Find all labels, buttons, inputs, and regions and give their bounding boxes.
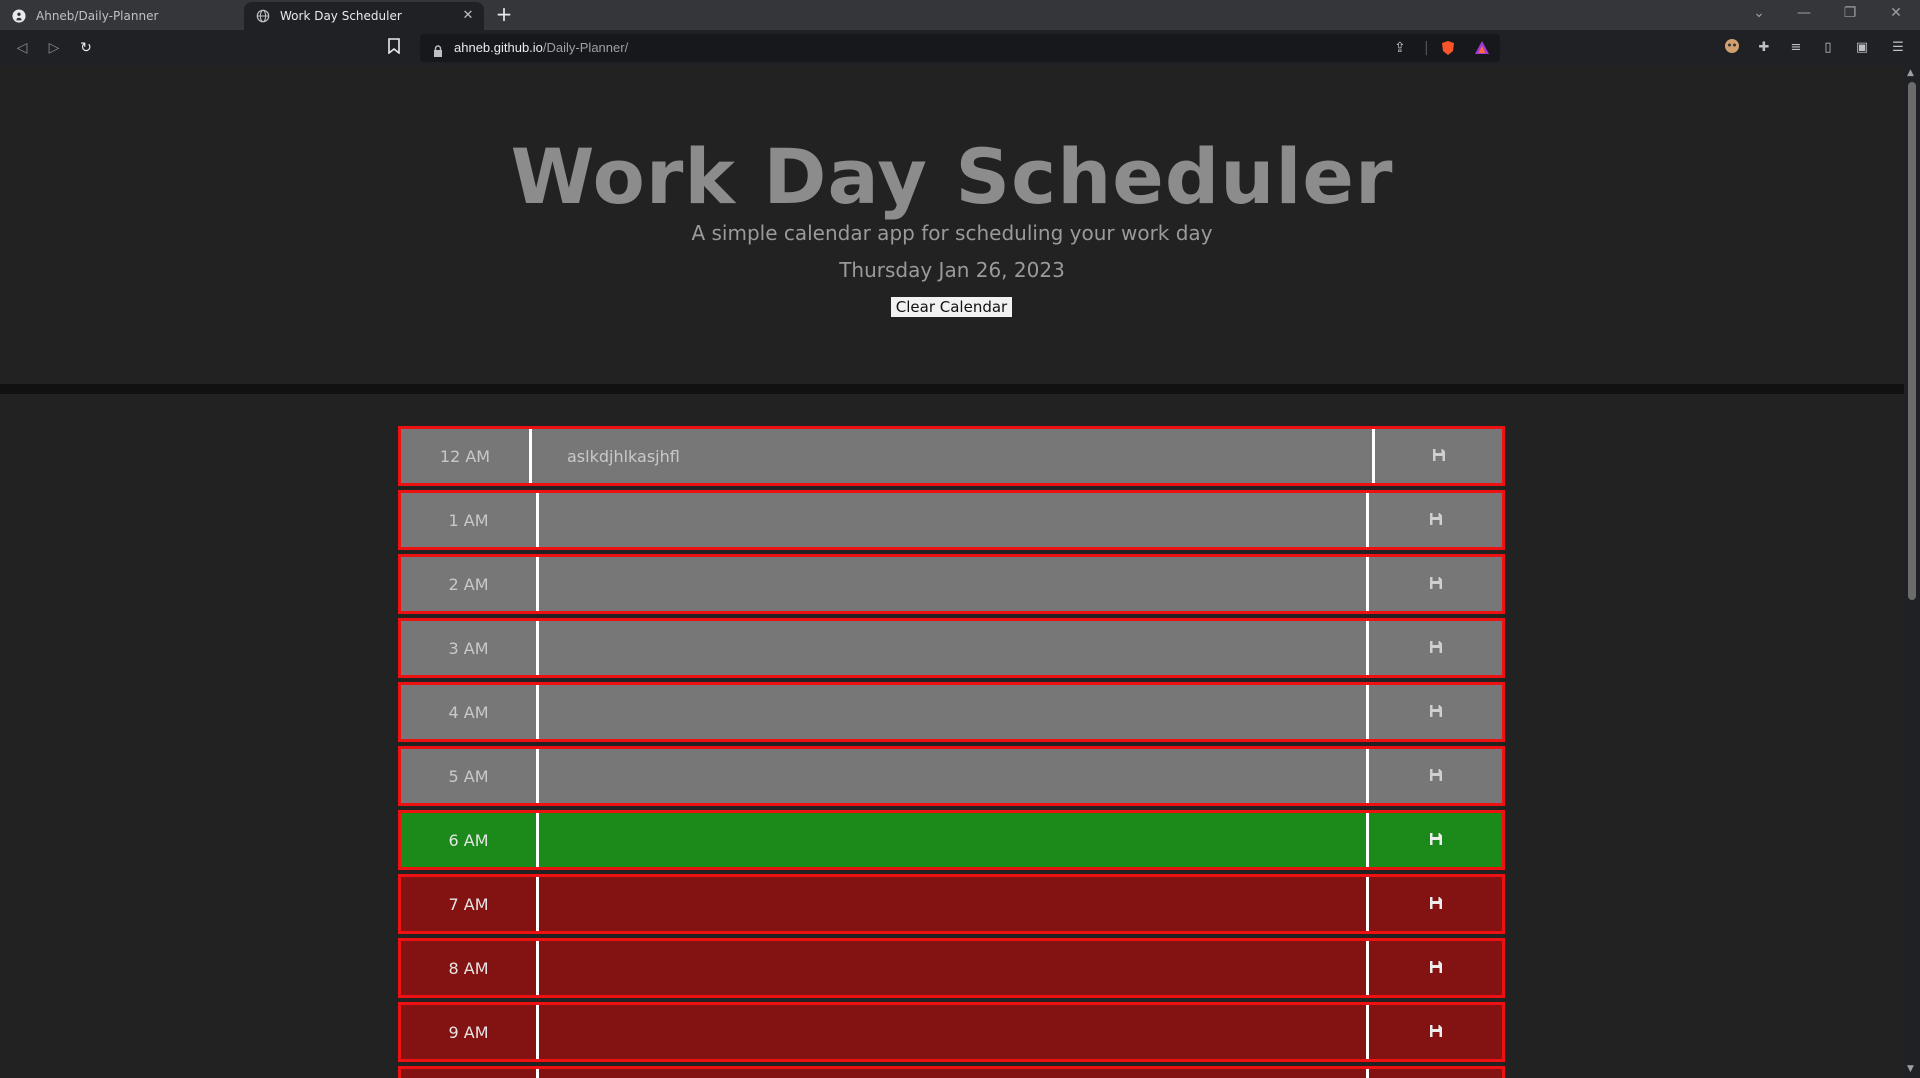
timeblock-row: 9 AM <box>398 1002 1505 1062</box>
header: Work Day Scheduler A simple calendar app… <box>0 66 1904 384</box>
brave-shields-icon[interactable] <box>1440 40 1456 60</box>
tab-strip: Ahneb/Daily-Planner Work Day Scheduler ✕… <box>0 0 1920 30</box>
scroll-up-icon[interactable]: ▲ <box>1907 68 1914 78</box>
address-bar[interactable]: ahneb.github.io/Daily-Planner/ ⇪ | <box>420 34 1500 62</box>
save-button[interactable] <box>1369 493 1502 547</box>
tab-github[interactable]: Ahneb/Daily-Planner <box>0 2 244 30</box>
forward-icon[interactable]: ▷ <box>44 38 64 58</box>
timeblock-row: 7 AM <box>398 874 1505 934</box>
minimize-icon[interactable]: — <box>1794 5 1814 21</box>
event-description-input[interactable]: aslkdjhlkasjhfl <box>532 429 1375 483</box>
github-icon <box>12 9 26 23</box>
save-button[interactable] <box>1369 877 1502 931</box>
hour-label: 4 AM <box>401 685 539 739</box>
bookmark-icon[interactable] <box>388 38 400 58</box>
current-day: Thursday Jan 26, 2023 <box>839 258 1065 282</box>
event-description-input[interactable] <box>539 1069 1369 1078</box>
lock-icon <box>433 42 443 61</box>
globe-icon <box>256 9 270 23</box>
hour-label: 12 AM <box>401 429 532 483</box>
url-host: ahneb.github.io <box>454 40 543 55</box>
scroll-down-icon[interactable]: ▼ <box>1907 1064 1914 1074</box>
save-icon <box>1429 1023 1443 1042</box>
save-icon <box>1429 831 1443 850</box>
tab-search-icon[interactable]: ⌄ <box>1749 5 1769 21</box>
timeblock-row <box>398 1066 1505 1078</box>
timeblock-row: 3 AM <box>398 618 1505 678</box>
hour-label: 1 AM <box>401 493 539 547</box>
save-icon <box>1429 511 1443 530</box>
hour-label: 9 AM <box>401 1005 539 1059</box>
hour-label: 5 AM <box>401 749 539 803</box>
header-divider <box>0 384 1904 394</box>
save-button[interactable] <box>1375 429 1502 483</box>
page-subtitle: A simple calendar app for scheduling you… <box>691 221 1213 245</box>
save-button[interactable] <box>1369 557 1502 611</box>
event-description-input[interactable] <box>539 813 1369 867</box>
hour-label: 6 AM <box>401 813 539 867</box>
event-description-input[interactable] <box>539 877 1369 931</box>
save-button[interactable] <box>1369 1069 1502 1078</box>
tab-title: Work Day Scheduler <box>280 9 402 23</box>
hour-label <box>401 1069 539 1078</box>
event-description-input[interactable] <box>539 493 1369 547</box>
sidebar-icon[interactable]: ▯ <box>1818 38 1838 58</box>
wallet-icon[interactable]: ▣ <box>1852 38 1872 58</box>
timeblock-row: 2 AM <box>398 554 1505 614</box>
save-icon <box>1429 959 1443 978</box>
share-icon[interactable]: ⇪ <box>1394 40 1406 56</box>
timeblock-row: 6 AM <box>398 810 1505 870</box>
event-description-input[interactable] <box>539 941 1369 995</box>
tab-work-day-scheduler[interactable]: Work Day Scheduler ✕ <box>244 2 484 30</box>
timeblock-row: 8 AM <box>398 938 1505 998</box>
timeblock-row: 1 AM <box>398 490 1505 550</box>
event-description-input[interactable] <box>539 1005 1369 1059</box>
reload-icon[interactable]: ↻ <box>76 38 96 58</box>
save-button[interactable] <box>1369 749 1502 803</box>
playlist-icon[interactable]: ≡ <box>1786 38 1806 58</box>
save-icon <box>1429 639 1443 658</box>
hour-label: 7 AM <box>401 877 539 931</box>
page-content: Work Day Scheduler A simple calendar app… <box>0 66 1904 1078</box>
save-icon <box>1432 447 1446 466</box>
save-button[interactable] <box>1369 685 1502 739</box>
hour-label: 2 AM <box>401 557 539 611</box>
tab-title: Ahneb/Daily-Planner <box>36 9 159 23</box>
timeblock-row: 5 AM <box>398 746 1505 806</box>
save-icon <box>1429 575 1443 594</box>
close-window-icon[interactable]: ✕ <box>1886 5 1906 21</box>
new-tab-icon[interactable]: + <box>494 4 514 24</box>
timeblock-row: 12 AM aslkdjhlkasjhfl <box>398 426 1505 486</box>
timeblock-row: 4 AM <box>398 682 1505 742</box>
save-icon <box>1429 767 1443 786</box>
separator: | <box>1424 40 1429 56</box>
event-description-input[interactable] <box>539 685 1369 739</box>
url-text: ahneb.github.io/Daily-Planner/ <box>454 40 628 55</box>
event-description-input[interactable] <box>539 557 1369 611</box>
clear-calendar-button[interactable]: Clear Calendar <box>890 296 1013 318</box>
url-path: /Daily-Planner/ <box>542 40 629 55</box>
save-button[interactable] <box>1369 941 1502 995</box>
brave-rewards-icon[interactable] <box>1474 40 1490 60</box>
save-icon <box>1429 703 1443 722</box>
page-title: Work Day Scheduler <box>510 132 1394 221</box>
save-button[interactable] <box>1369 621 1502 675</box>
extensions-icon[interactable]: ✚ <box>1754 38 1774 58</box>
scroll-thumb[interactable] <box>1908 82 1916 600</box>
save-icon <box>1429 895 1443 914</box>
hour-label: 8 AM <box>401 941 539 995</box>
restore-icon[interactable]: ❐ <box>1840 5 1860 21</box>
save-button[interactable] <box>1369 813 1502 867</box>
extension-avatar-icon[interactable] <box>1722 38 1742 58</box>
hour-label: 3 AM <box>401 621 539 675</box>
event-description-input[interactable] <box>539 621 1369 675</box>
menu-icon[interactable]: ☰ <box>1888 38 1908 58</box>
scrollbar[interactable]: ▲ ▼ <box>1904 66 1920 1078</box>
close-tab-icon[interactable]: ✕ <box>460 8 476 23</box>
save-button[interactable] <box>1369 1005 1502 1059</box>
back-icon[interactable]: ◁ <box>12 38 32 58</box>
event-description-input[interactable] <box>539 749 1369 803</box>
